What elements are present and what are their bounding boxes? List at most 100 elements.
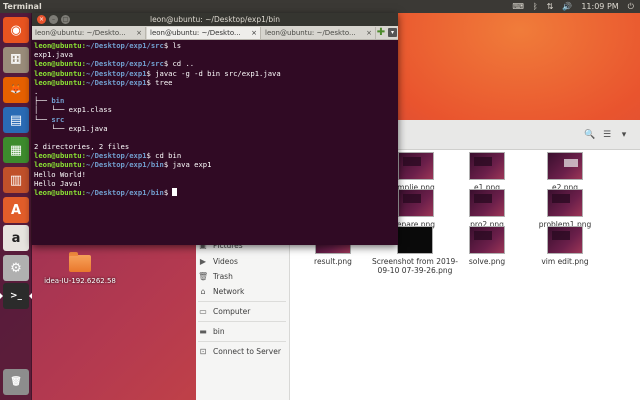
prompt-user: leon@ubuntu: — [34, 77, 86, 87]
prompt-path: ~/Desktop/exp1 — [85, 151, 147, 161]
terminal-line: leon@ubuntu:~/Desktop/exp1/bin$ — [34, 188, 396, 197]
prompt-user: leon@ubuntu: — [34, 59, 86, 69]
keyboard-icon[interactable]: ⌨ — [512, 1, 524, 12]
file-item[interactable]: pro2.png — [452, 189, 522, 229]
launcher-calc[interactable]: ▦ — [3, 137, 29, 163]
terminal-line: └── exp1.java — [34, 123, 108, 133]
terminal-line: leon@ubuntu:~/Desktop/exp1$ cd bin — [34, 151, 396, 160]
image-thumbnail — [469, 226, 505, 254]
volume-icon[interactable]: 🔊 — [562, 1, 572, 12]
tab-close-icon[interactable]: × — [251, 27, 257, 39]
terminal-output[interactable]: leon@ubuntu:~/Desktop/exp1/src$ ls exp1.j… — [32, 40, 398, 245]
terminal-line: Hello Java! — [34, 178, 82, 188]
terminal-line: leon@ubuntu:~/Desktop/exp1/src$ cd .. — [34, 59, 396, 68]
launcher-settings[interactable]: ⚙ — [3, 255, 29, 281]
new-tab-icon[interactable]: ✚ — [376, 27, 386, 38]
prompt-user: leon@ubuntu: — [34, 151, 86, 161]
terminal-tab-active[interactable]: leon@ubuntu: ~/Deskto... × — [147, 27, 261, 39]
image-thumbnail — [547, 226, 583, 254]
trash-icon: 🗑 — [10, 377, 22, 387]
impress-icon: ▥ — [9, 172, 23, 188]
command-text: $ java exp1 — [163, 160, 212, 170]
network-icon[interactable]: ⇅ — [547, 1, 554, 12]
launcher-firefox[interactable]: 🦊 — [3, 77, 29, 103]
launcher-files[interactable]: 🗄 — [3, 47, 29, 73]
terminal-line: leon@ubuntu:~/Desktop/exp1/bin$ java exp… — [34, 160, 396, 169]
terminal-icon: >_ — [9, 291, 23, 301]
sidebar-item-computer[interactable]: ▭ Computer — [198, 304, 250, 318]
sidebar-item-network[interactable]: ⌂ Network — [198, 284, 244, 298]
files-icon: 🗄 — [10, 55, 22, 65]
sidebar-divider — [198, 321, 286, 322]
command-text: $ cd .. — [163, 59, 195, 69]
command-text: $ cd bin — [146, 151, 182, 161]
launcher-impress[interactable]: ▥ — [3, 167, 29, 193]
file-item[interactable]: e2.png — [530, 152, 600, 192]
prompt-path: ~/Desktop/exp1 — [85, 77, 147, 87]
launcher-terminal[interactable]: >_ — [0, 283, 32, 309]
tab-close-icon[interactable]: × — [366, 27, 372, 39]
command-text: $ javac -g -d bin src/exp1.java — [146, 68, 281, 78]
sidebar-item-trash[interactable]: 🗑 Trash — [198, 269, 233, 283]
image-thumbnail — [469, 152, 505, 180]
terminal-line: exp1.java — [34, 50, 73, 60]
sidebar-divider — [198, 301, 286, 302]
software-center-icon: A — [10, 202, 22, 218]
settings-icon: ⚙ — [10, 260, 22, 276]
server-icon: ⊡ — [199, 346, 207, 356]
prompt-user: leon@ubuntu: — [34, 41, 86, 50]
amazon-icon: a — [11, 230, 21, 246]
tree-branch: ├── — [34, 96, 52, 106]
sidebar-divider — [198, 341, 286, 342]
terminal-line: Hello World! — [34, 169, 86, 179]
tab-list-icon[interactable]: ▾ — [388, 28, 397, 37]
system-tray: ⌨ ᛒ ⇅ 🔊 11:09 PM ⏻ — [512, 1, 634, 12]
launcher-trash[interactable]: 🗑 — [3, 369, 29, 395]
terminal-line: └── src — [34, 115, 396, 124]
file-item[interactable]: vim edit.png — [530, 226, 600, 266]
video-icon: ▶ — [199, 256, 207, 266]
clock[interactable]: 11:09 PM — [581, 1, 618, 12]
tree-branch: └── — [34, 114, 52, 124]
prompt-path: ~/Desktop/exp1 — [85, 68, 147, 78]
terminal-tab[interactable]: leon@ubuntu: ~/Deskto... × — [32, 27, 146, 39]
command-text: $ tree — [146, 77, 173, 87]
tab-close-icon[interactable]: × — [136, 27, 142, 39]
sidebar-item-connect-to-server[interactable]: ⊡ Connect to Server — [198, 344, 281, 358]
terminal-titlebar[interactable]: × – □ leon@ubuntu: ~/Desktop/exp1/bin — [32, 13, 398, 26]
file-item[interactable]: problem1.png — [530, 189, 600, 229]
bluetooth-icon[interactable]: ᛒ — [533, 1, 538, 12]
prompt-path: ~/Desktop/exp1/src — [85, 59, 164, 69]
image-thumbnail — [398, 152, 434, 180]
terminal-title: leon@ubuntu: ~/Desktop/exp1/bin — [149, 15, 280, 24]
terminal-window[interactable]: × – □ leon@ubuntu: ~/Desktop/exp1/bin le… — [32, 13, 398, 245]
desktop-folder-idea[interactable]: idea-IU-192.6262.58 — [40, 252, 120, 285]
launcher-dash-home[interactable]: ◉ — [3, 17, 29, 43]
image-thumbnail — [397, 226, 433, 254]
view-list-icon[interactable]: ☰ — [601, 129, 613, 141]
terminal-tab[interactable]: leon@ubuntu: ~/Deskto... × — [262, 27, 376, 39]
power-icon[interactable]: ⏻ — [628, 1, 634, 12]
launcher-software[interactable]: A — [3, 197, 29, 223]
launcher-amazon[interactable]: a — [3, 225, 29, 251]
sidebar-item-videos[interactable]: ▶ Videos — [198, 254, 238, 268]
trash-icon: 🗑 — [198, 271, 209, 281]
image-thumbnail — [547, 152, 583, 180]
sidebar-item-bin[interactable]: ▬ bin — [198, 324, 224, 338]
search-icon[interactable]: 🔍 — [584, 129, 596, 141]
launcher-writer[interactable]: ▤ — [3, 107, 29, 133]
menu-icon[interactable]: ▾ — [618, 129, 630, 141]
image-thumbnail — [398, 189, 434, 217]
prompt-path: ~/Desktop/exp1/bin — [85, 160, 164, 170]
directory-name: src — [51, 114, 65, 124]
folder-icon — [69, 252, 91, 272]
file-item[interactable]: solve.png — [452, 226, 522, 266]
file-item[interactable]: e1.png — [452, 152, 522, 192]
computer-icon: ▭ — [199, 306, 207, 316]
command-text: $ ls — [163, 41, 182, 50]
launcher: ◉ 🗄 🦊 ▤ ▦ ▥ Aa ⚙ >_ 🗑 — [0, 13, 32, 400]
terminal-line: 2 directories, 2 files — [34, 142, 130, 152]
calc-icon: ▦ — [9, 142, 23, 158]
ubuntu-logo-icon: ◉ — [10, 22, 22, 38]
